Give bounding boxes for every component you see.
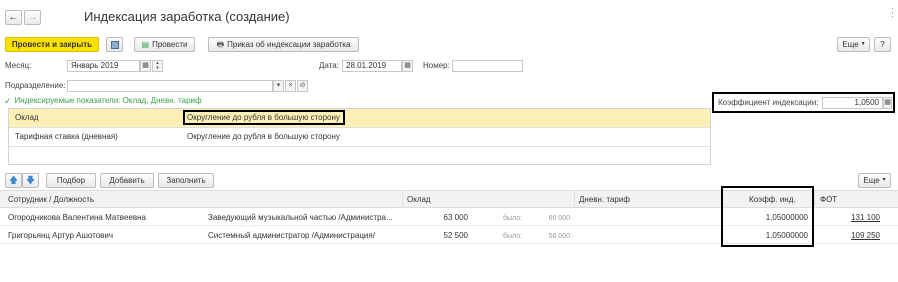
indicator-rounding[interactable]: Округление до рубля в большую сторону (187, 132, 340, 142)
number-label: Номер: (423, 61, 450, 70)
column-divider (574, 190, 575, 208)
calendar-icon[interactable]: ▦ (402, 60, 413, 72)
help-icon: ? (880, 40, 885, 49)
coefficient-column-highlight (721, 186, 814, 247)
was-value: 60 000 (548, 215, 570, 222)
employee-position: Заведующий музыкальной частью /Администр… (208, 213, 393, 222)
more-vert-icon[interactable]: · · · (891, 4, 894, 21)
help-button[interactable]: ? (874, 37, 891, 52)
chevron-down-icon: ✓ (4, 96, 12, 106)
employee-position: Системный администратор /Администрация/ (208, 231, 375, 240)
row-divider (9, 127, 710, 128)
indicator-name: Тарифная ставка (дневная) (15, 132, 118, 141)
printer-icon: 🖶 (216, 40, 225, 49)
move-down-button[interactable]: 🡇 (22, 173, 39, 188)
was-label: было: (503, 233, 523, 240)
date-field[interactable]: 28.01.2019 (342, 60, 402, 72)
arrow-down-icon: 🡇 (25, 175, 36, 185)
save-button[interactable] (106, 37, 123, 52)
arrow-right-icon: → (27, 12, 38, 23)
chevron-down-icon: ▾ (882, 177, 886, 183)
page-title: Индексация заработка (создание) (84, 9, 290, 24)
stepper-icon[interactable]: ▴ ▾ (152, 60, 163, 72)
clear-icon[interactable]: × (285, 80, 296, 92)
forward-button[interactable]: → (24, 10, 41, 25)
arrow-up-icon: 🡅 (8, 175, 19, 185)
floppy-disk-icon (110, 40, 119, 49)
back-button[interactable]: ← (5, 10, 22, 25)
row-divider (9, 146, 710, 147)
table-row[interactable] (9, 109, 710, 127)
post-and-close-button[interactable]: Провести и закрыть (5, 37, 99, 52)
post-button[interactable]: ▤ Провести (134, 37, 195, 52)
department-label: Подразделение: (5, 81, 66, 90)
was-label: было: (503, 215, 523, 222)
month-label: Месяц: (5, 61, 32, 70)
chevron-down-icon: ▾ (861, 41, 865, 47)
employee-name: Огородникова Валентина Матвеевна (8, 213, 146, 222)
rounding-highlight (183, 110, 345, 125)
salary-value[interactable]: 52 500 (430, 231, 468, 241)
column-header-employee[interactable]: Сотрудник / Должность (8, 195, 94, 205)
column-header-salary[interactable]: Оклад (407, 195, 431, 205)
department-field[interactable] (67, 80, 273, 92)
salary-value[interactable]: 63 000 (430, 213, 468, 223)
select-button[interactable]: Подбор (46, 173, 96, 188)
column-divider (814, 190, 815, 208)
column-header-daily-rate[interactable]: Дневн. тариф (579, 195, 630, 205)
number-field[interactable] (452, 60, 523, 72)
print-order-button[interactable]: 🖶 Приказ об индексации заработка (208, 37, 359, 52)
table-more-button[interactable]: Еще ▾ (858, 173, 891, 188)
payroll-link[interactable]: 131 100 (840, 213, 880, 223)
date-label: Дата: (319, 61, 339, 70)
move-up-button[interactable]: 🡅 (5, 173, 22, 188)
payroll-link[interactable]: 109 250 (840, 231, 880, 241)
employee-name: Григорьянц Артур Ашотович (8, 231, 114, 240)
column-divider (402, 190, 403, 208)
indicators-toggle[interactable]: ✓ Индексируемые показатели: Оклад, Дневн… (4, 96, 202, 106)
column-header-payroll[interactable]: ФОТ (820, 195, 837, 205)
post-document-icon: ▤ (141, 40, 150, 49)
arrow-left-icon: ← (8, 12, 19, 23)
fill-button[interactable]: Заполнить (158, 173, 214, 188)
was-value: 50 000 (548, 233, 570, 240)
indicators-table: Оклад Округление до рубля в большую стор… (8, 108, 711, 165)
add-button[interactable]: Добавить (100, 173, 154, 188)
open-icon[interactable]: ⊘ (297, 80, 308, 92)
more-button[interactable]: Еще ▾ (837, 37, 870, 52)
month-field[interactable]: Январь 2019 (67, 60, 140, 72)
dropdown-icon[interactable]: ▾ (273, 80, 284, 92)
calendar-icon[interactable]: ▦ (140, 60, 151, 72)
coefficient-highlight (712, 92, 895, 113)
indicator-name: Оклад (15, 113, 39, 122)
